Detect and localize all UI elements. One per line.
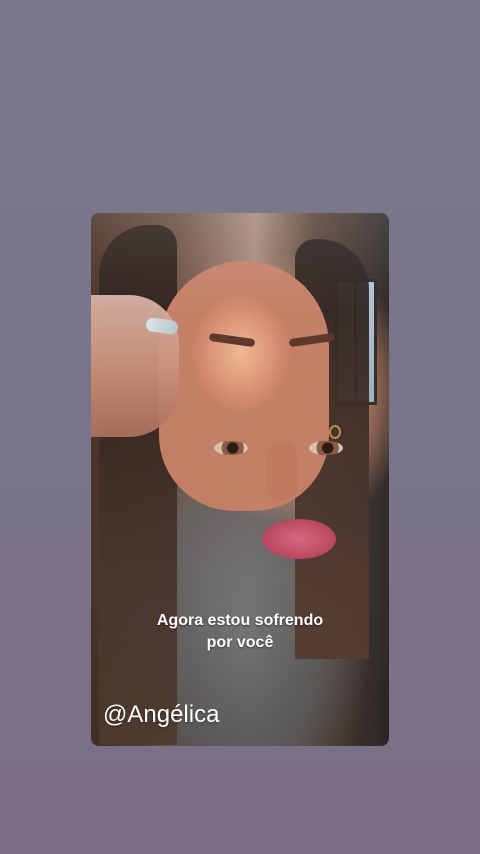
mouth bbox=[262, 519, 336, 559]
nose bbox=[266, 441, 298, 501]
earring bbox=[329, 425, 341, 439]
left-eye bbox=[214, 441, 248, 455]
caption-line-1: Agora estou sofrendo bbox=[156, 612, 324, 629]
hand bbox=[91, 295, 179, 437]
photo-highlight bbox=[91, 213, 389, 313]
story-card: Agora estou sofrendo por você @Angélica bbox=[91, 213, 389, 746]
story-caption: Agora estou sofrendo por você bbox=[130, 610, 350, 654]
mention-sticker[interactable]: @Angélica bbox=[103, 702, 219, 728]
right-eye bbox=[309, 441, 343, 455]
caption-line-2: por você bbox=[206, 634, 274, 651]
story-photo bbox=[91, 213, 389, 746]
